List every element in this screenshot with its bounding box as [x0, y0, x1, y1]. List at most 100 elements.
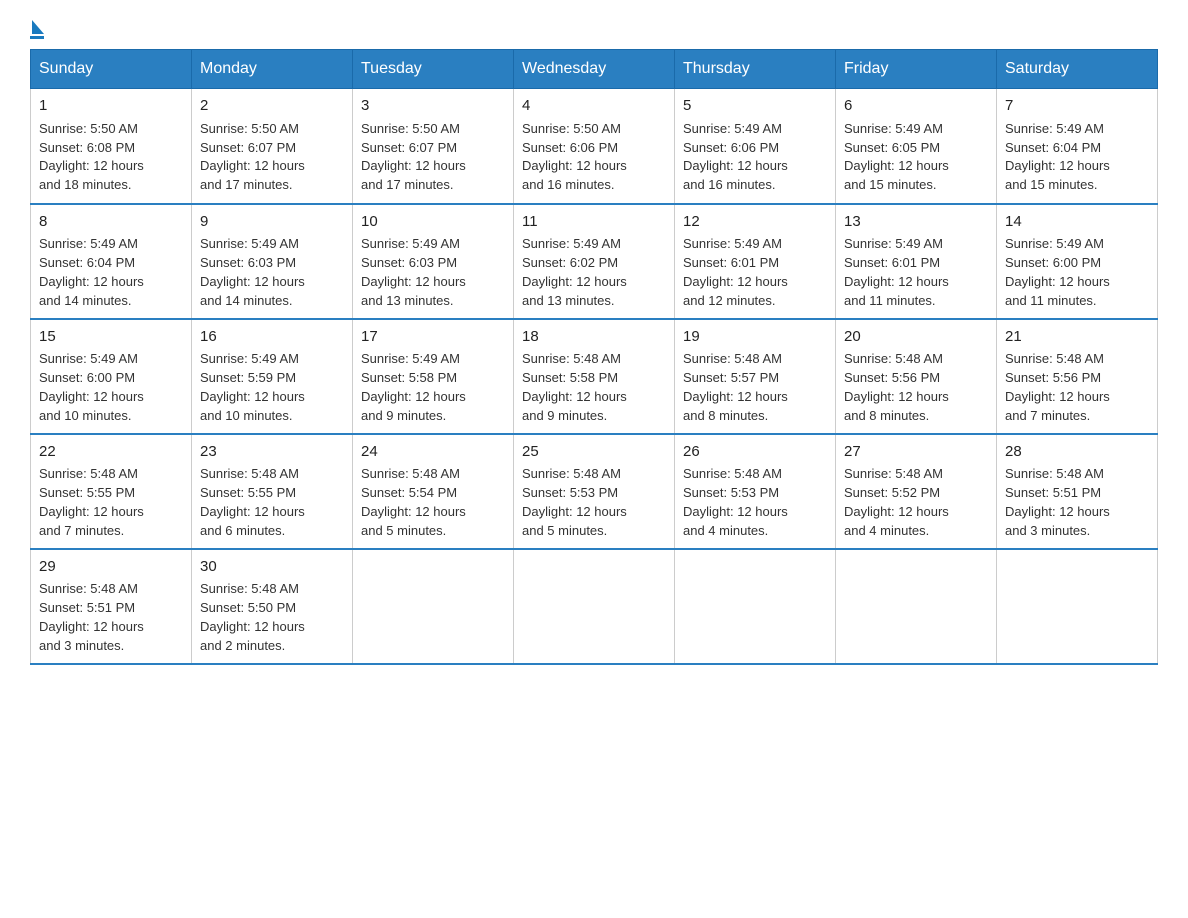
calendar-cell [514, 549, 675, 664]
day-number: 19 [683, 326, 827, 348]
calendar-cell: 22Sunrise: 5:48 AMSunset: 5:55 PMDayligh… [31, 434, 192, 549]
day-info: Sunrise: 5:49 AMSunset: 6:01 PMDaylight:… [683, 235, 827, 310]
calendar-cell: 5Sunrise: 5:49 AMSunset: 6:06 PMDaylight… [675, 89, 836, 204]
header [30, 20, 1158, 39]
day-number: 29 [39, 556, 183, 578]
calendar-cell: 20Sunrise: 5:48 AMSunset: 5:56 PMDayligh… [836, 319, 997, 434]
day-number: 12 [683, 211, 827, 233]
calendar-week-row: 8Sunrise: 5:49 AMSunset: 6:04 PMDaylight… [31, 204, 1158, 319]
day-number: 21 [1005, 326, 1149, 348]
header-thursday: Thursday [675, 50, 836, 89]
day-number: 7 [1005, 95, 1149, 117]
calendar-cell: 24Sunrise: 5:48 AMSunset: 5:54 PMDayligh… [353, 434, 514, 549]
header-tuesday: Tuesday [353, 50, 514, 89]
day-info: Sunrise: 5:50 AMSunset: 6:07 PMDaylight:… [200, 120, 344, 195]
calendar-week-row: 22Sunrise: 5:48 AMSunset: 5:55 PMDayligh… [31, 434, 1158, 549]
day-info: Sunrise: 5:48 AMSunset: 5:52 PMDaylight:… [844, 465, 988, 540]
calendar-cell: 6 Sunrise: 5:49 AMSunset: 6:05 PMDaylight… [836, 89, 997, 204]
calendar-cell: 15Sunrise: 5:49 AMSunset: 6:00 PMDayligh… [31, 319, 192, 434]
day-number: 2 [200, 95, 344, 117]
logo [30, 20, 44, 39]
day-number: 16 [200, 326, 344, 348]
calendar-week-row: 29Sunrise: 5:48 AMSunset: 5:51 PMDayligh… [31, 549, 1158, 664]
day-info: Sunrise: 5:49 AMSunset: 6:02 PMDaylight:… [522, 235, 666, 310]
day-info: Sunrise: 5:48 AMSunset: 5:51 PMDaylight:… [39, 580, 183, 655]
day-number: 26 [683, 441, 827, 463]
day-number: 24 [361, 441, 505, 463]
calendar-cell: 1 Sunrise: 5:50 AMSunset: 6:08 PMDaylight… [31, 89, 192, 204]
calendar-cell: 4 Sunrise: 5:50 AMSunset: 6:06 PMDaylight… [514, 89, 675, 204]
calendar-cell: 27Sunrise: 5:48 AMSunset: 5:52 PMDayligh… [836, 434, 997, 549]
calendar-cell: 16Sunrise: 5:49 AMSunset: 5:59 PMDayligh… [192, 319, 353, 434]
day-info: Sunrise: 5:50 AMSunset: 6:06 PMDaylight:… [522, 120, 666, 195]
calendar-cell: 11Sunrise: 5:49 AMSunset: 6:02 PMDayligh… [514, 204, 675, 319]
calendar-cell: 30Sunrise: 5:48 AMSunset: 5:50 PMDayligh… [192, 549, 353, 664]
day-number: 14 [1005, 211, 1149, 233]
day-number: 9 [200, 211, 344, 233]
day-info: Sunrise: 5:50 AMSunset: 6:08 PMDaylight:… [39, 120, 183, 195]
day-info: Sunrise: 5:50 AMSunset: 6:07 PMDaylight:… [361, 120, 505, 195]
header-sunday: Sunday [31, 50, 192, 89]
calendar-cell: 8Sunrise: 5:49 AMSunset: 6:04 PMDaylight… [31, 204, 192, 319]
day-info: Sunrise: 5:49 AMSunset: 6:00 PMDaylight:… [39, 350, 183, 425]
calendar-cell: 26Sunrise: 5:48 AMSunset: 5:53 PMDayligh… [675, 434, 836, 549]
calendar-cell: 9Sunrise: 5:49 AMSunset: 6:03 PMDaylight… [192, 204, 353, 319]
day-info: Sunrise: 5:49 AMSunset: 6:03 PMDaylight:… [361, 235, 505, 310]
day-info: Sunrise: 5:48 AMSunset: 5:51 PMDaylight:… [1005, 465, 1149, 540]
calendar-cell [836, 549, 997, 664]
day-number: 11 [522, 211, 666, 233]
logo-triangle-icon [32, 20, 44, 34]
day-number: 17 [361, 326, 505, 348]
calendar-cell: 19Sunrise: 5:48 AMSunset: 5:57 PMDayligh… [675, 319, 836, 434]
calendar-cell: 12Sunrise: 5:49 AMSunset: 6:01 PMDayligh… [675, 204, 836, 319]
header-saturday: Saturday [997, 50, 1158, 89]
day-info: Sunrise: 5:49 AMSunset: 6:03 PMDaylight:… [200, 235, 344, 310]
day-number: 5 [683, 95, 827, 117]
day-info: Sunrise: 5:49 AMSunset: 6:04 PMDaylight:… [39, 235, 183, 310]
day-number: 23 [200, 441, 344, 463]
day-info: Sunrise: 5:48 AMSunset: 5:55 PMDaylight:… [39, 465, 183, 540]
calendar-cell: 23Sunrise: 5:48 AMSunset: 5:55 PMDayligh… [192, 434, 353, 549]
day-info: Sunrise: 5:49 AMSunset: 6:00 PMDaylight:… [1005, 235, 1149, 310]
calendar-week-row: 15Sunrise: 5:49 AMSunset: 6:00 PMDayligh… [31, 319, 1158, 434]
day-number: 4 [522, 95, 666, 117]
calendar-cell: 28Sunrise: 5:48 AMSunset: 5:51 PMDayligh… [997, 434, 1158, 549]
day-number: 30 [200, 556, 344, 578]
calendar-cell: 21Sunrise: 5:48 AMSunset: 5:56 PMDayligh… [997, 319, 1158, 434]
day-info: Sunrise: 5:48 AMSunset: 5:53 PMDaylight:… [522, 465, 666, 540]
calendar-cell: 14Sunrise: 5:49 AMSunset: 6:00 PMDayligh… [997, 204, 1158, 319]
calendar-cell: 3 Sunrise: 5:50 AMSunset: 6:07 PMDaylight… [353, 89, 514, 204]
calendar-week-row: 1 Sunrise: 5:50 AMSunset: 6:08 PMDaylight… [31, 89, 1158, 204]
calendar-header-row: SundayMondayTuesdayWednesdayThursdayFrid… [31, 50, 1158, 89]
day-info: Sunrise: 5:48 AMSunset: 5:57 PMDaylight:… [683, 350, 827, 425]
day-info: Sunrise: 5:49 AMSunset: 5:58 PMDaylight:… [361, 350, 505, 425]
calendar-cell: 29Sunrise: 5:48 AMSunset: 5:51 PMDayligh… [31, 549, 192, 664]
day-number: 6 [844, 95, 988, 117]
day-number: 10 [361, 211, 505, 233]
day-number: 20 [844, 326, 988, 348]
calendar-cell: 25Sunrise: 5:48 AMSunset: 5:53 PMDayligh… [514, 434, 675, 549]
day-info: Sunrise: 5:49 AMSunset: 6:05 PMDaylight:… [844, 120, 988, 195]
day-info: Sunrise: 5:49 AMSunset: 6:04 PMDaylight:… [1005, 120, 1149, 195]
day-number: 22 [39, 441, 183, 463]
day-number: 8 [39, 211, 183, 233]
calendar-cell: 13Sunrise: 5:49 AMSunset: 6:01 PMDayligh… [836, 204, 997, 319]
calendar-cell [353, 549, 514, 664]
day-number: 28 [1005, 441, 1149, 463]
day-info: Sunrise: 5:48 AMSunset: 5:56 PMDaylight:… [1005, 350, 1149, 425]
day-number: 18 [522, 326, 666, 348]
calendar-cell [997, 549, 1158, 664]
day-number: 3 [361, 95, 505, 117]
day-info: Sunrise: 5:48 AMSunset: 5:58 PMDaylight:… [522, 350, 666, 425]
day-number: 1 [39, 95, 183, 117]
logo-underline [30, 36, 44, 39]
header-friday: Friday [836, 50, 997, 89]
calendar-cell: 7 Sunrise: 5:49 AMSunset: 6:04 PMDaylight… [997, 89, 1158, 204]
day-number: 15 [39, 326, 183, 348]
day-info: Sunrise: 5:49 AMSunset: 6:01 PMDaylight:… [844, 235, 988, 310]
day-number: 27 [844, 441, 988, 463]
header-wednesday: Wednesday [514, 50, 675, 89]
day-info: Sunrise: 5:48 AMSunset: 5:53 PMDaylight:… [683, 465, 827, 540]
calendar-cell: 10Sunrise: 5:49 AMSunset: 6:03 PMDayligh… [353, 204, 514, 319]
logo-text [30, 20, 44, 34]
